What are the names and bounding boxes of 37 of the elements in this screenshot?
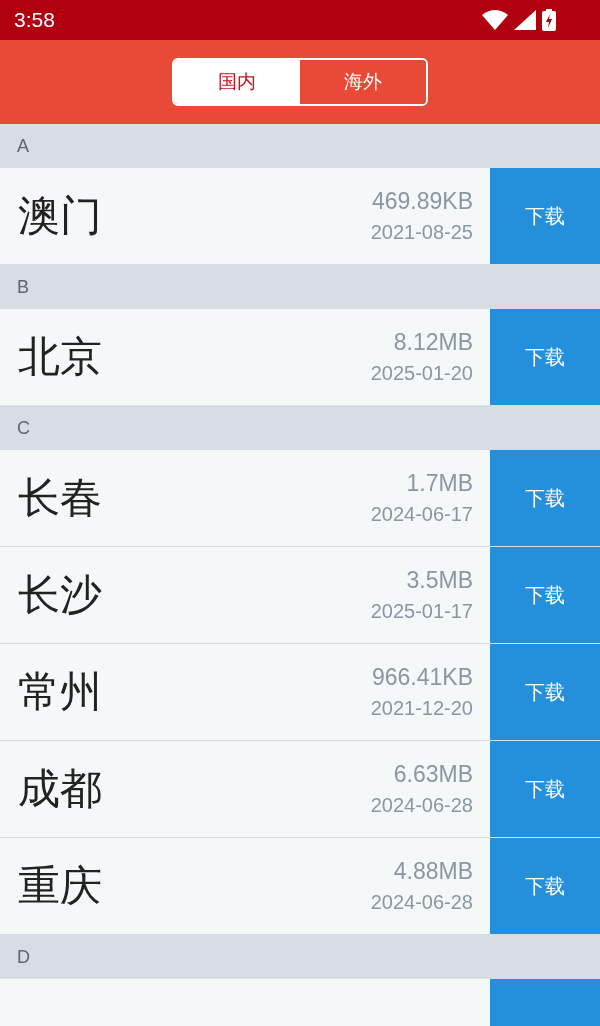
download-button[interactable]: 下载	[490, 838, 600, 934]
city-name: 长春	[17, 472, 103, 524]
download-button[interactable]: 下载	[490, 450, 600, 546]
status-time: 3:58	[14, 8, 55, 32]
update-date: 2024-06-28	[370, 794, 473, 817]
download-button[interactable]: 下载	[490, 547, 600, 643]
download-button[interactable]: 下载	[490, 309, 600, 405]
section-letter: D	[17, 946, 30, 968]
file-size: 1.7MB	[406, 470, 473, 497]
region-tab[interactable]: 国内	[174, 60, 300, 104]
update-date: 2024-06-17	[370, 503, 473, 526]
section-letter: C	[17, 417, 30, 439]
file-size: 469.89KB	[371, 188, 473, 215]
update-date: 2025-01-20	[370, 362, 473, 385]
city-name: 长沙	[17, 569, 103, 621]
update-date: 2021-12-20	[370, 697, 473, 720]
city-name: 常州	[17, 666, 103, 718]
file-size: 6.63MB	[393, 761, 473, 788]
file-size: 966.41KB	[371, 664, 473, 691]
file-size: 4.88MB	[393, 858, 473, 885]
update-date: 2025-01-17	[370, 600, 473, 623]
download-button[interactable]: 下载	[490, 168, 600, 264]
download-button[interactable]: 下载	[490, 644, 600, 740]
city-name: 重庆	[17, 860, 103, 912]
battery-charging-icon	[542, 9, 556, 31]
section-letter: A	[17, 135, 29, 157]
section-letter: B	[17, 276, 29, 298]
update-date: 2024-06-28	[370, 891, 473, 914]
file-size: 8.12MB	[393, 329, 473, 356]
city-name: 澳门	[17, 190, 103, 242]
download-button[interactable]: 下载	[490, 741, 600, 837]
city-name: 成都	[17, 763, 103, 815]
signal-icon	[514, 10, 536, 30]
city-name: 北京	[17, 331, 103, 383]
update-date: 2021-08-25	[370, 221, 473, 244]
wifi-icon	[482, 10, 508, 30]
file-size: 3.5MB	[406, 567, 473, 594]
